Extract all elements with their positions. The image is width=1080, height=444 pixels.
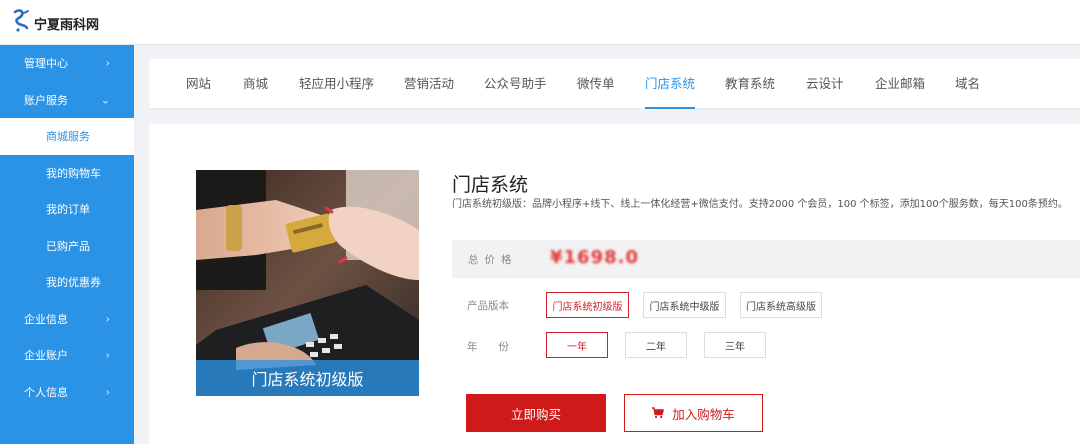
sidebar-item-label: 账户服务 xyxy=(24,93,68,107)
sidebar-item-my-cart[interactable]: 我的购物车 xyxy=(0,154,134,191)
cart-icon xyxy=(652,407,665,419)
sidebar-item-label: 个人信息 xyxy=(24,385,68,399)
tab-enterprise-mail[interactable]: 企业邮箱 xyxy=(875,59,925,109)
chevron-right-icon: › xyxy=(105,348,110,362)
sidebar-item-label: 我的优惠券 xyxy=(46,276,101,290)
tab-mini-program[interactable]: 轻应用小程序 xyxy=(299,59,374,109)
tab-store-system[interactable]: 门店系统 xyxy=(645,59,696,109)
price-value: ¥1698.0 xyxy=(550,247,639,268)
product-title: 门店系统 xyxy=(452,174,529,196)
sidebar: 管理中心 › 账户服务 ⌄ 商城服务 我的购物车 我的订单 已购产品 我的优惠券… xyxy=(0,45,134,444)
sidebar-item-mall-services[interactable]: 商城服务 xyxy=(0,118,134,155)
tab-flyer[interactable]: 微传单 xyxy=(577,59,615,109)
sidebar-item-company-account[interactable]: 企业账户 › xyxy=(0,337,134,374)
buy-now-label: 立即购买 xyxy=(510,406,561,422)
logo[interactable]: 宁夏雨科网 xyxy=(12,9,99,37)
add-to-cart-label: 加入购物车 xyxy=(672,406,735,422)
sidebar-item-label: 企业账户 xyxy=(24,349,68,363)
sidebar-item-my-coupons[interactable]: 我的优惠券 xyxy=(0,264,134,301)
sidebar-item-label: 商城服务 xyxy=(46,130,90,144)
version-option-basic[interactable]: 门店系统初级版 xyxy=(546,292,629,318)
sidebar-item-label: 管理中心 xyxy=(24,57,68,71)
version-option-advanced[interactable]: 门店系统高级版 xyxy=(740,292,822,318)
year-option-three[interactable]: 三年 xyxy=(704,332,766,358)
image-caption: 门店系统初级版 xyxy=(196,360,419,396)
sidebar-item-my-orders[interactable]: 我的订单 xyxy=(0,191,134,228)
version-label: 产品版本 xyxy=(467,300,509,312)
sidebar-item-label: 企业信息 xyxy=(24,312,68,326)
sidebar-item-label: 我的订单 xyxy=(46,203,90,217)
top-header: 宁夏雨科网 xyxy=(0,0,1080,45)
tab-marketing[interactable]: 营销活动 xyxy=(404,59,454,109)
price-row: 总价格 ¥1698.0 xyxy=(452,240,1080,278)
tab-mall[interactable]: 商城 xyxy=(243,59,268,109)
version-option-intermediate[interactable]: 门店系统中级版 xyxy=(643,292,726,318)
sidebar-item-label: 我的购物车 xyxy=(46,166,101,180)
ys-logo-icon xyxy=(12,9,32,37)
sidebar-item-personal-info[interactable]: 个人信息 › xyxy=(0,374,134,411)
chevron-down-icon: ⌄ xyxy=(100,93,110,107)
year-label: 年 份 xyxy=(467,341,509,353)
logo-text: 宁夏雨科网 xyxy=(34,17,100,33)
year-option-two[interactable]: 二年 xyxy=(625,332,687,358)
sidebar-item-account-services[interactable]: 账户服务 ⌄ xyxy=(0,82,134,119)
product-description: 门店系统初级版：品牌小程序+线下、线上一体化经营+微信支付。支持2000 个会员… xyxy=(452,199,1068,210)
tab-cloud-design[interactable]: 云设计 xyxy=(806,59,844,109)
sidebar-item-company-info[interactable]: 企业信息 › xyxy=(0,301,134,338)
sidebar-item-management-center[interactable]: 管理中心 › xyxy=(0,45,134,82)
sidebar-item-label: 已购产品 xyxy=(46,239,90,253)
add-to-cart-button[interactable]: 加入购物车 xyxy=(624,394,763,432)
tab-education-system[interactable]: 教育系统 xyxy=(725,59,775,109)
chevron-right-icon: › xyxy=(105,56,110,70)
product-category-tabs: 网站 商城 轻应用小程序 营销活动 公众号助手 微传单 门店系统 教育系统 云设… xyxy=(149,59,1080,109)
buy-now-button[interactable]: 立即购买 xyxy=(466,394,606,432)
price-label: 总价格 xyxy=(468,254,518,266)
chevron-right-icon: › xyxy=(105,385,110,399)
tab-official-account-assistant[interactable]: 公众号助手 xyxy=(484,59,547,109)
sidebar-item-purchased-products[interactable]: 已购产品 xyxy=(0,227,134,264)
product-image: 门店系统初级版 xyxy=(196,170,419,396)
tab-domain[interactable]: 域名 xyxy=(955,59,980,109)
chevron-right-icon: › xyxy=(105,312,110,326)
year-option-one[interactable]: 一年 xyxy=(546,332,608,358)
tab-website[interactable]: 网站 xyxy=(186,59,211,109)
